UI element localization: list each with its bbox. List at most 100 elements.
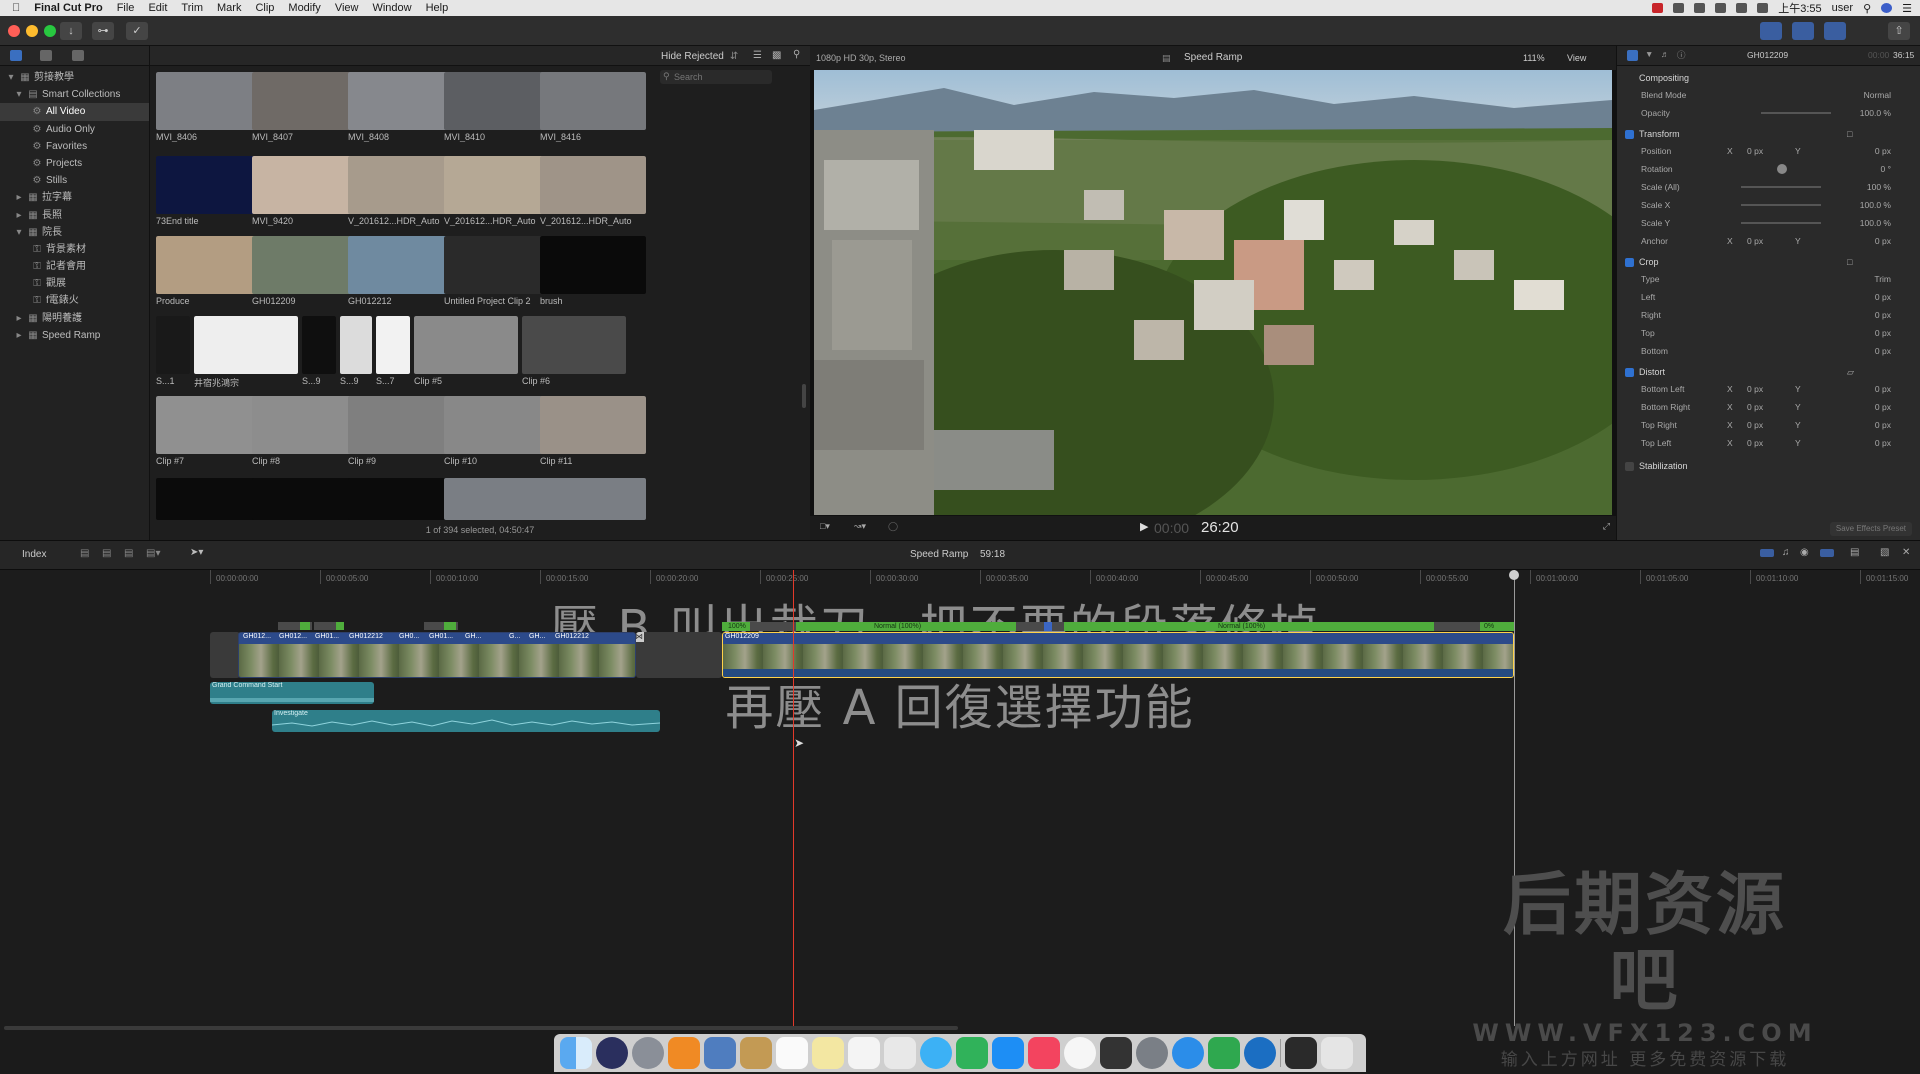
app-store-icon[interactable] (992, 1037, 1024, 1069)
filter-chevron-icon[interactable]: ⇵ (730, 51, 738, 62)
clip-thumbnail[interactable]: Clip #6 (522, 316, 626, 386)
clip-thumbnail[interactable]: Clip #9 (348, 396, 454, 466)
reminders-icon[interactable] (848, 1037, 880, 1069)
disclosure-open-icon[interactable]: ▾ (14, 86, 24, 103)
viewer-video-frame[interactable] (814, 70, 1612, 515)
transform-section[interactable]: Transform □ (1625, 124, 1915, 144)
messages-icon[interactable] (920, 1037, 952, 1069)
transform-tools-icon[interactable]: ↝▾ (854, 521, 866, 532)
scale-x-value[interactable]: 100.0 % (1860, 196, 1891, 214)
disclosure-open-icon[interactable]: ▾ (14, 224, 24, 241)
facetime-icon[interactable] (956, 1037, 988, 1069)
notes-icon[interactable] (812, 1037, 844, 1069)
menu-clip[interactable]: Clip (255, 2, 274, 14)
clip-thumbnail-partial[interactable] (540, 478, 646, 520)
show-timeline-button[interactable] (1792, 22, 1814, 40)
clip-thumbnail[interactable]: 73End title (156, 156, 262, 226)
status-icon[interactable] (1673, 3, 1685, 13)
color-inspector-icon[interactable]: ▼ (1645, 49, 1653, 59)
gap-clip[interactable] (210, 632, 240, 678)
clip-thumbnail[interactable]: Untitled Project Clip 2 (444, 236, 550, 306)
view-popup[interactable]: View (1567, 46, 1586, 70)
library-root[interactable]: ▾ ▦ 剪接教學 (0, 69, 149, 86)
import-button[interactable]: ↓ (60, 22, 82, 40)
effects-browser-icon[interactable]: ▧ (1880, 547, 1889, 558)
save-effects-preset-button[interactable]: Save Effects Preset (1829, 522, 1912, 536)
clip-thumbnail[interactable]: S...7 (376, 316, 410, 386)
play-icon[interactable]: ▶ (1140, 520, 1148, 533)
crop-section[interactable]: Crop □ (1625, 252, 1915, 272)
opacity-value[interactable]: 100.0 % (1860, 104, 1891, 122)
clip-thumbnail-partial[interactable] (252, 478, 358, 520)
clip-thumbnail[interactable]: S...1 (156, 316, 190, 386)
clip-thumbnail-partial[interactable] (348, 478, 454, 520)
clip-thumbnail[interactable]: GH012209 (252, 236, 358, 306)
connect-clip-icon[interactable]: ▤ (80, 548, 89, 559)
stabilization-checkbox[interactable] (1625, 462, 1634, 472)
crop-top-value[interactable]: 0 px (1875, 324, 1891, 342)
crop-right-value[interactable]: 0 px (1875, 306, 1891, 324)
retime-end-label[interactable]: 0% (1484, 622, 1494, 631)
clip-thumbnail[interactable]: V_201612...HDR_Auto (540, 156, 646, 226)
search-icon[interactable]: ⚲ (793, 49, 800, 60)
menu-app-name[interactable]: Final Cut Pro (34, 2, 102, 14)
menu-help[interactable]: Help (426, 2, 449, 14)
bluetooth-icon[interactable] (1694, 3, 1706, 13)
anchor-x-value[interactable]: 0 px (1747, 232, 1763, 250)
distort-checkbox[interactable] (1625, 368, 1634, 378)
system-preferences-icon[interactable] (1136, 1037, 1168, 1069)
clip-thumbnail[interactable]: MVI_9420 (252, 156, 358, 226)
retime-start-label[interactable]: 100% (728, 622, 746, 631)
keyword-item[interactable]: ⚿ 觀展 (0, 275, 149, 292)
show-inspector-button[interactable] (1824, 22, 1846, 40)
stabilization-section[interactable]: Stabilization (1625, 456, 1915, 476)
close-window-button[interactable] (8, 25, 20, 37)
browser-scrollbar[interactable] (802, 384, 806, 408)
record-status-icon[interactable] (1652, 3, 1664, 13)
clip-thumbnail[interactable]: S...9 (340, 316, 372, 386)
clip-thumbnail[interactable]: MVI_8410 (444, 72, 550, 142)
clip-thumbnail-partial[interactable] (444, 478, 550, 520)
scale-y-value[interactable]: 100.0 % (1860, 214, 1891, 232)
keyword-item[interactable]: ⚿ 背景素材 (0, 241, 149, 258)
retime-mid-label-1[interactable]: Normal (100%) (874, 622, 921, 631)
distort-onscreen-icon[interactable]: ▱ (1847, 362, 1854, 382)
clip-thumbnail[interactable]: V_201612...HDR_Auto (348, 156, 454, 226)
crop-type-popup[interactable]: Trim (1874, 270, 1891, 288)
bottom-left-y-value[interactable]: 0 px (1875, 380, 1891, 398)
clip-thumbnail[interactable]: GH012212 (348, 236, 454, 306)
sidebar-item-all-video[interactable]: ⚙ All Video (0, 103, 149, 121)
top-left-y-value[interactable]: 0 px (1875, 434, 1891, 452)
clip-thumbnail[interactable]: 井宿兆鴻宗 (194, 316, 298, 389)
downloads-stack-icon[interactable] (1285, 1037, 1317, 1069)
clip-thumbnail[interactable]: Clip #10 (444, 396, 550, 466)
bottom-right-x-value[interactable]: 0 px (1747, 398, 1763, 416)
viewer-options-icon[interactable]: □▾ (820, 521, 830, 532)
titles-icon[interactable] (72, 50, 84, 61)
clip-thumbnail-partial[interactable] (156, 478, 262, 520)
append-clip-icon[interactable]: ▤ (124, 548, 133, 559)
main-clip[interactable]: GH012209 (722, 632, 1514, 678)
info-inspector-icon[interactable]: ⓘ (1677, 49, 1686, 61)
calendar-icon[interactable] (776, 1037, 808, 1069)
insert-clip-icon[interactable]: ▤ (102, 548, 111, 559)
audio-clip-1[interactable]: Grand Command Start (210, 682, 374, 704)
music-icon[interactable] (1028, 1037, 1060, 1069)
transform-onscreen-icon[interactable]: □ (1847, 124, 1852, 144)
top-right-x-value[interactable]: 0 px (1747, 416, 1763, 434)
zoom-popup[interactable]: 111% (1523, 46, 1545, 70)
menu-modify[interactable]: Modify (288, 2, 320, 14)
menu-file[interactable]: File (117, 2, 135, 14)
photos-app-icon[interactable] (884, 1037, 916, 1069)
launchpad-icon[interactable] (632, 1037, 664, 1069)
notification-icon[interactable]: ☰ (1902, 2, 1912, 15)
bottom-left-x-value[interactable]: 0 px (1747, 380, 1763, 398)
solo-icon[interactable]: ◉ (1800, 547, 1809, 558)
timecode-display[interactable]: 26:20 (1201, 519, 1239, 536)
menu-mark[interactable]: Mark (217, 2, 241, 14)
crop-bottom-value[interactable]: 0 px (1875, 342, 1891, 360)
filmstrip-view-icon[interactable]: ▩ (772, 50, 781, 61)
retime-bar[interactable]: 100% Normal (100%) Normal (100%) 0% (722, 622, 1514, 631)
top-left-x-value[interactable]: 0 px (1747, 434, 1763, 452)
anchor-y-value[interactable]: 0 px (1875, 232, 1891, 250)
